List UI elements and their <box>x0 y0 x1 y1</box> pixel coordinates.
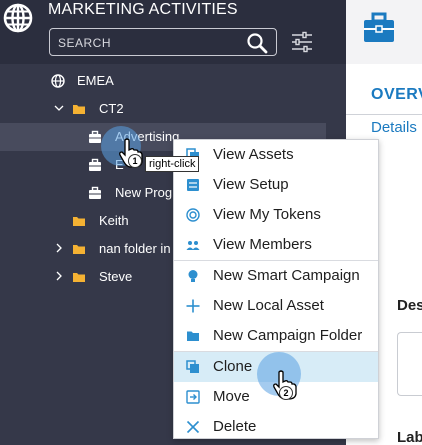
clone-icon <box>186 360 199 373</box>
menu-item-view-my-tokens[interactable]: View My Tokens <box>174 200 378 230</box>
menu-item-new-smart-campaign[interactable]: New Smart Campaign <box>174 261 378 291</box>
menu-item-view-assets[interactable]: View Assets <box>174 140 378 170</box>
tree-item-label: CT2 <box>99 101 124 116</box>
folder-icon <box>187 331 199 341</box>
menu-item-label: New Campaign Folder <box>213 327 363 344</box>
folder-icon <box>73 217 85 226</box>
labels-label: Lab <box>397 429 422 445</box>
tree-item-label: New Prog <box>115 185 173 200</box>
detail-header <box>346 0 422 64</box>
move-icon <box>186 390 200 404</box>
program-briefcase-icon <box>89 130 101 143</box>
program-briefcase-icon <box>89 158 101 171</box>
tree-item-label: Steve <box>99 269 133 284</box>
tab-divider <box>346 114 422 115</box>
chevron-right-icon[interactable] <box>54 243 64 253</box>
search-box[interactable] <box>49 28 277 56</box>
panel-header: MARKETING ACTIVITIES <box>0 0 346 64</box>
folder-icon <box>73 273 85 282</box>
filter-settings-icon[interactable] <box>291 31 313 53</box>
tree-item-label: EMEA <box>77 73 114 88</box>
menu-item-label: View Members <box>213 236 312 253</box>
folder-icon <box>73 105 85 114</box>
menu-item-view-setup[interactable]: View Setup <box>174 170 378 200</box>
tokens-icon <box>186 208 200 222</box>
menu-item-new-local-asset[interactable]: New Local Asset <box>174 291 378 321</box>
program-briefcase-icon <box>89 186 101 199</box>
smart-campaign-icon <box>188 270 198 282</box>
menu-item-label: Delete <box>213 418 257 435</box>
right-click-label: right-click <box>145 156 200 172</box>
members-icon <box>186 241 200 250</box>
description-label: Des <box>397 297 422 314</box>
folder-icon <box>73 245 85 254</box>
menu-item-view-members[interactable]: View Members <box>174 230 378 260</box>
menu-item-label: New Smart Campaign <box>213 267 360 284</box>
search-icon[interactable] <box>246 32 268 54</box>
menu-item-label: View My Tokens <box>213 206 321 223</box>
tree-item-ct2[interactable]: CT2 <box>0 95 326 123</box>
menu-item-new-campaign-folder[interactable]: New Campaign Folder <box>174 321 378 351</box>
menu-item-label: New Local Asset <box>213 297 324 314</box>
description-field[interactable] <box>397 332 422 396</box>
setup-icon <box>187 179 199 191</box>
menu-item-delete[interactable]: Delete <box>174 412 378 442</box>
tree-item-emea[interactable]: EMEA <box>0 67 326 95</box>
tree-item-label: Keith <box>99 213 129 228</box>
globe-icon <box>51 74 65 88</box>
tab-overview[interactable]: OVERV <box>371 86 422 104</box>
globe-icon[interactable] <box>3 3 33 33</box>
tree-item-label: nan folder in <box>99 241 171 256</box>
step-badge: 1 <box>128 154 142 168</box>
plus-icon <box>186 299 200 313</box>
chevron-down-icon[interactable] <box>54 103 64 113</box>
briefcase-icon <box>364 12 394 42</box>
chevron-right-icon[interactable] <box>54 271 64 281</box>
delete-icon <box>186 420 200 434</box>
tab-details[interactable]: Details <box>371 119 417 136</box>
menu-item-label: Clone <box>213 358 253 375</box>
search-input[interactable] <box>58 34 238 52</box>
menu-item-label: View Assets <box>213 146 294 163</box>
panel-title: MARKETING ACTIVITIES <box>48 1 238 18</box>
menu-item-label: View Setup <box>213 176 289 193</box>
menu-item-label: Move <box>213 388 250 405</box>
step-badge: 2 <box>279 386 293 400</box>
